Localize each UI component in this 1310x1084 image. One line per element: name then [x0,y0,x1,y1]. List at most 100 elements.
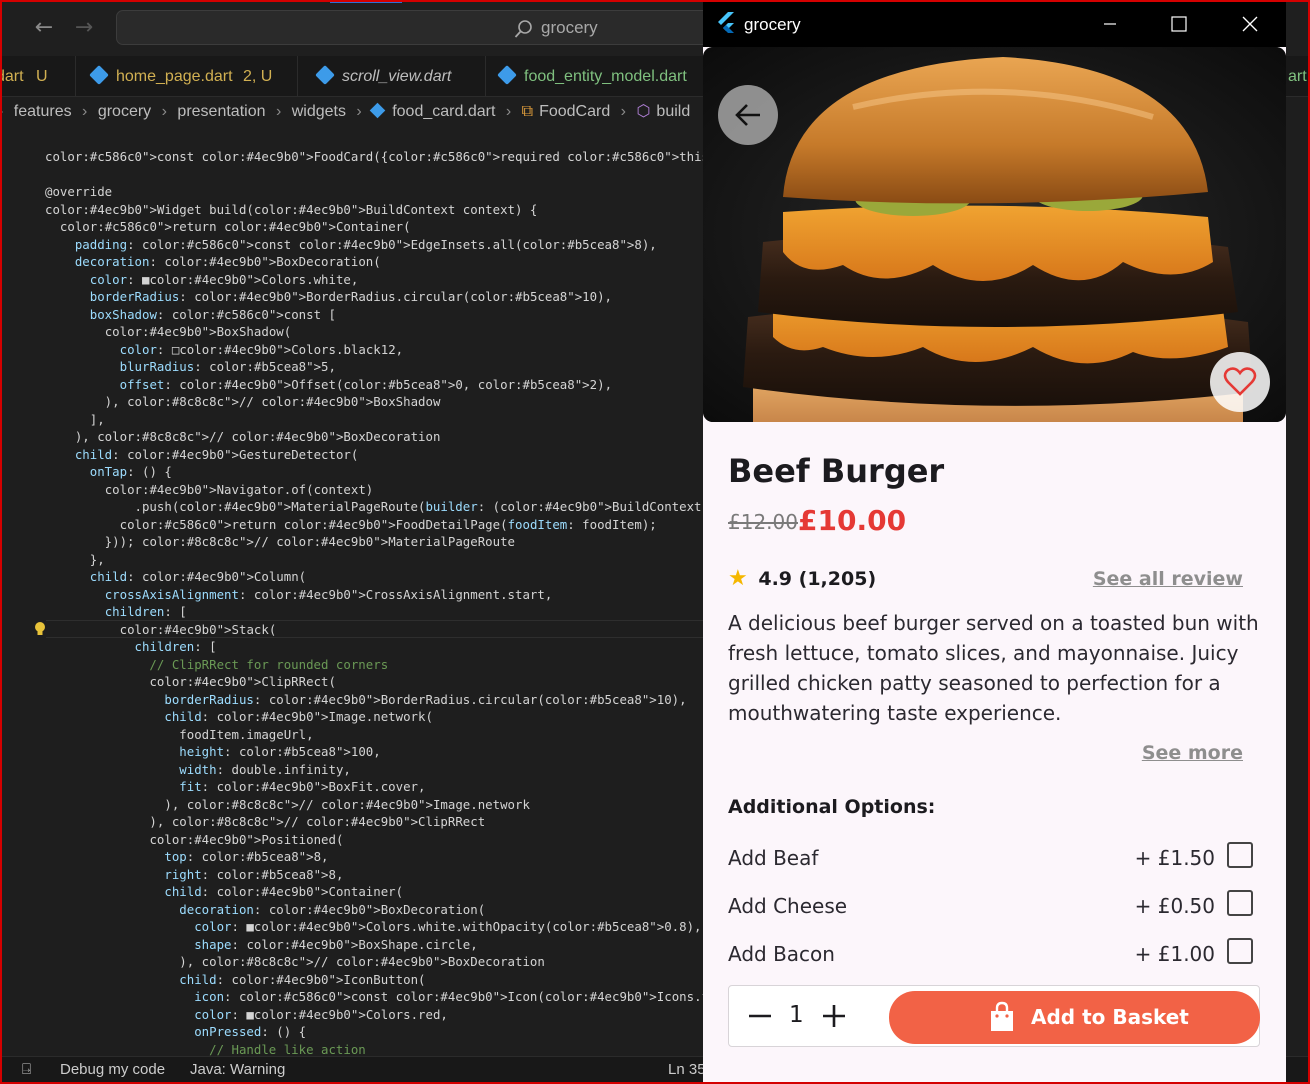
option-checkbox[interactable] [1227,938,1253,964]
code-line: right: color:#b5cea8">8, [164,866,344,882]
add-to-basket-button[interactable]: Add to Basket [889,991,1260,1044]
breadcrumb-class[interactable]: FoodCard [539,103,610,120]
close-button[interactable] [1216,2,1284,47]
close-icon [1242,16,1258,32]
tab-partial-right[interactable]: art [1286,56,1310,97]
add-to-basket-label: Add to Basket [1031,1005,1189,1029]
old-price: £12.00 [728,510,798,534]
status-cursor-position[interactable]: Ln 35 [668,1057,706,1083]
product-title: Beef Burger [728,452,945,490]
code-line: color: □color:#4ec9b0">Colors.black12, [119,341,404,357]
code-line: children: [ [104,604,187,619]
code-line: color: ■color:#4ec9b0">Colors.white, [89,271,359,287]
tab-badge: U [36,68,48,85]
tab-food-entity-model[interactable]: food_entity_model.dart [486,56,710,97]
code-line: color:#4ec9b0">Navigator.of(context) [104,481,374,497]
status-java[interactable]: Java: Warning [190,1057,285,1083]
option-checkbox[interactable] [1227,890,1253,916]
option-checkbox[interactable] [1227,842,1253,868]
code-line: @override [45,184,113,199]
code-line: decoration: color:#4ec9b0">BoxDecoration… [179,901,486,917]
command-center-search[interactable]: grocery [116,10,716,45]
status-debug[interactable]: Debug my code [60,1057,165,1083]
increment-button[interactable] [821,1001,847,1031]
breadcrumb-grocery[interactable]: grocery [98,103,151,120]
code-line: child: color:#4ec9b0">Column( [89,569,307,584]
code-line: ), color:#8c8c8c">// color:#4ec9b0">BoxD… [45,954,545,969]
rating: ★ 4.9 (1,205) [728,566,876,591]
breadcrumb: › features › grocery › presentation › wi… [0,98,710,126]
option-row: Add Beaf + £1.50 [728,842,1253,876]
minimize-button[interactable] [1076,2,1144,47]
option-name: Add Bacon [728,942,835,966]
search-icon [514,20,532,38]
breadcrumb-presentation[interactable]: presentation [177,103,265,120]
option-name: Add Cheese [728,894,848,918]
option-name: Add Beaf [728,846,819,870]
maximize-icon [1171,16,1187,32]
code-line: height: color:#b5cea8">100, [179,744,381,759]
window-title: grocery [744,15,801,34]
dart-file-icon [315,65,335,85]
code-line: borderRadius: color:#4ec9b0">BorderRadiu… [89,289,612,304]
breadcrumb-method[interactable]: build [656,103,690,120]
code-line: color: ■color:#4ec9b0">Colors.white.with… [194,919,702,934]
code-line: children: [ [134,639,217,654]
code-line: color:#4ec9b0">ClipRRect( [149,674,336,689]
code-line: .push(color:#4ec9b0">MaterialPageRoute(b… [45,499,702,514]
code-line: top: color:#b5cea8">8, [164,849,329,864]
command-center-label: grocery [541,18,598,37]
flutter-app-window: grocery Beef Burger £12.00 £10.00 ★ 4.9 … [703,2,1286,1084]
breadcrumb-widgets[interactable]: widgets [292,103,346,120]
code-line: color:#4ec9b0">Stack( [119,621,277,637]
class-icon: ⧉ [521,103,534,120]
code-line: icon: color:#c586c0">const color:#4ec9b0… [194,989,705,1004]
back-arrow-icon[interactable]: ← [30,14,58,42]
tab-partial-left[interactable]: dart U [0,56,76,97]
code-line: color:#4ec9b0">BoxShadow( [104,324,292,339]
favorite-button[interactable] [1210,352,1270,412]
code-line: ), color:#8c8c8c">// color:#4ec9b0">BoxD… [45,429,441,444]
code-line: color: ■color:#4ec9b0">Colors.red, [194,1006,448,1022]
code-line: child: color:#4ec9b0">GestureDetector( [74,446,359,462]
code-line: })); color:#8c8c8c">// color:#4ec9b0">Ma… [45,534,516,549]
debug-icon[interactable]: ⍈ [22,1057,31,1083]
back-button[interactable] [718,85,778,145]
code-line: onTap: () { [89,464,172,479]
minimize-icon [1104,23,1116,25]
breadcrumb-features[interactable]: features [14,103,72,120]
shopping-bag-icon [991,1001,1013,1031]
see-more-link[interactable]: See more [1142,742,1243,764]
code-line: color:#c586c0">return color:#4ec9b0">Con… [59,219,411,234]
tab-label: dart [0,68,24,85]
forward-arrow-icon[interactable]: → [70,14,98,42]
see-all-review-link[interactable]: See all review [1093,568,1243,590]
code-line: crossAxisAlignment: color:#4ec9b0">Cross… [104,586,553,602]
maximize-button[interactable] [1144,2,1212,47]
code-line: blurRadius: color:#b5cea8">5, [119,359,336,374]
code-editor[interactable]: color:#c586c0">const color:#4ec9b0">Food… [0,126,705,1056]
code-line: shape: color:#4ec9b0">BoxShape.circle, [194,936,478,952]
dart-file-icon [369,102,386,119]
code-line: ), color:#8c8c8c">// color:#4ec9b0">Clip… [45,814,486,829]
tab-label: home_page.dart [116,68,233,85]
tab-scroll-view[interactable]: scroll_view.dart [298,56,486,97]
tab-home-page[interactable]: home_page.dart 2, U [76,56,298,97]
code-line: color:#4ec9b0">Widget build(color:#4ec9b… [45,201,538,217]
purchase-bar: 1 Add to Basket [728,985,1260,1047]
breadcrumb-file[interactable]: food_card.dart [392,103,495,120]
quantity-value: 1 [789,1002,804,1028]
current-price: £10.00 [798,504,907,537]
review-count: (1,205) [798,568,877,590]
code-line: ), color:#8c8c8c">// color:#4ec9b0">BoxS… [45,394,441,409]
code-line: }, [45,551,105,567]
window-titlebar: grocery [703,2,1286,47]
decrement-button[interactable] [747,1001,773,1031]
option-row: Add Bacon + £1.00 [728,938,1253,972]
tab-label: scroll_view.dart [342,68,452,85]
burger-image [703,47,1286,422]
code-line: child: color:#4ec9b0">Container( [164,884,404,899]
code-line: decoration: color:#4ec9b0">BoxDecoration… [74,254,381,269]
dart-file-icon [89,65,109,85]
option-price: + £1.50 [1134,846,1215,870]
